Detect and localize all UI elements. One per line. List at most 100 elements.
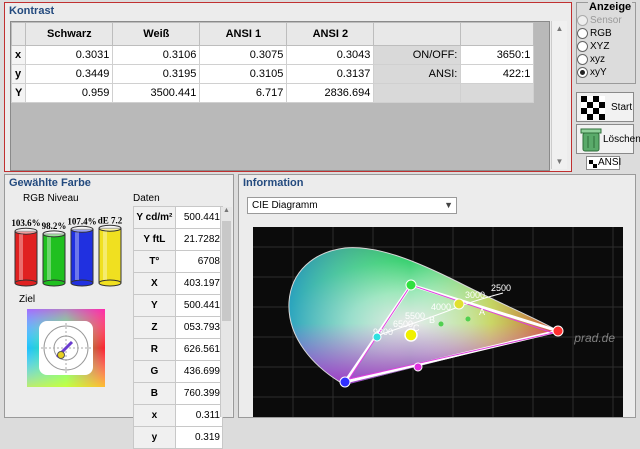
anzeige-panel: Anzeige Sensor RGB XYZ xyz xyY Start Lös…	[574, 1, 640, 172]
daten-label-cell: x	[133, 404, 176, 427]
level-bar-label: 98.2%	[42, 221, 67, 231]
row-header: Y	[11, 83, 27, 103]
red-primary-point	[552, 325, 564, 337]
column-header[interactable]: ANSI 2	[286, 22, 375, 46]
table-cell[interactable]: 0.3195	[112, 64, 201, 84]
daten-label-cell: B	[133, 382, 176, 405]
table-cell[interactable]: 6.717	[199, 83, 288, 103]
table-cell[interactable]: 0.959	[25, 83, 114, 103]
daten-row: Y ftL 21.7282	[133, 228, 224, 251]
daten-value-cell: 053.793	[174, 316, 224, 339]
table-row: y 0.3449 0.3195 0.3105 0.3137 ANSI: 422:…	[11, 64, 535, 84]
column-header-empty	[373, 22, 462, 46]
column-header[interactable]: Weiß	[112, 22, 201, 46]
table-cell[interactable]: 3500.441	[112, 83, 201, 103]
scroll-thumb[interactable]	[222, 221, 231, 321]
trash-icon	[580, 128, 602, 152]
daten-scrollbar[interactable]: ▲	[220, 207, 232, 417]
corner-cell	[11, 22, 27, 46]
table-cell[interactable]: 0.3105	[199, 64, 288, 84]
radio-button[interactable]	[577, 41, 588, 52]
daten-value-cell: 6708	[174, 250, 224, 273]
radio-rgb[interactable]: RGB	[577, 28, 612, 40]
daten-value-cell: 760.399	[174, 382, 224, 405]
level-bar-label: 103.6%	[11, 218, 40, 228]
loeschen-button[interactable]: Löschen	[576, 124, 640, 154]
radio-label: RGB	[590, 28, 612, 40]
radio-xyz-upper[interactable]: XYZ	[577, 41, 609, 53]
level-bar: dE 7.2	[98, 215, 123, 287]
diagram-select[interactable]: CIE Diagramm ▼	[247, 197, 457, 214]
daten-label-cell: R	[133, 338, 176, 361]
level-bar: 107.4%	[67, 216, 97, 287]
ansi-pattern-icon	[589, 160, 597, 168]
loeschen-label: Löschen	[603, 134, 640, 145]
daten-row: G 436.699	[133, 360, 224, 383]
gewaehlte-farbe-panel: Gewählte Farbe RGB Niveau Daten 103.6% 98…	[4, 174, 234, 449]
table-cell[interactable]: 0.3137	[286, 64, 375, 84]
daten-value-cell: 500.441	[174, 294, 224, 317]
scroll-up-icon[interactable]: ▲	[552, 21, 567, 36]
start-button[interactable]: Start	[576, 92, 634, 122]
table-cell[interactable]: 0.3075	[199, 45, 288, 65]
table-cell: ANSI:	[373, 64, 462, 84]
column-header[interactable]: Schwarz	[25, 22, 114, 46]
information-panel: Information CIE Diagramm ▼ 2500 3000 400…	[238, 174, 636, 418]
chevron-down-icon: ▼	[444, 200, 453, 210]
daten-row: X 403.197	[133, 272, 224, 295]
cct-label: 4000	[431, 302, 451, 312]
radio-button-selected[interactable]	[577, 67, 588, 78]
table-cell[interactable]: 0.3449	[25, 64, 114, 84]
information-title: Information	[243, 177, 304, 189]
radio-xyy[interactable]: xyY	[577, 67, 607, 79]
radio-xyz-lower[interactable]: xyz	[577, 54, 605, 66]
radio-label: xyz	[590, 54, 605, 66]
scroll-down-icon[interactable]: ▼	[552, 154, 567, 169]
anzeige-title: Anzeige	[588, 1, 633, 13]
scroll-up-icon[interactable]: ▲	[222, 207, 231, 219]
kontrast-title: Kontrast	[9, 5, 55, 17]
daten-value-cell: 403.197	[174, 272, 224, 295]
ansi-button[interactable]: ANSI	[586, 156, 622, 170]
table-cell[interactable]: 422:1	[460, 64, 535, 84]
kontrast-panel: Kontrast Schwarz Weiß ANSI 1 ANSI 2 x 0.…	[4, 2, 572, 172]
level-bar: 98.2%	[42, 221, 67, 287]
cct-label: 3000	[465, 290, 485, 300]
daten-value-cell: 436.699	[174, 360, 224, 383]
radio-label: Sensor	[590, 15, 622, 27]
daten-label-cell: Y	[133, 294, 176, 317]
watermark: prad.de	[574, 331, 615, 345]
daten-row: x 0.311	[133, 404, 224, 427]
ansi-label: ANSI	[598, 157, 622, 168]
kontrast-header-row: Schwarz Weiß ANSI 1 ANSI 2	[11, 22, 535, 46]
table-cell[interactable]: 0.3031	[25, 45, 114, 65]
blue-primary-point	[339, 376, 351, 388]
magenta-secondary-point	[413, 362, 423, 372]
reference-point	[465, 316, 471, 322]
daten-table: Y cd/m² 500.441 Y ftL 21.7282 T° 6708 X 403.197…	[133, 206, 224, 449]
radio-button[interactable]	[577, 28, 588, 39]
daten-value-cell: 626.561	[174, 338, 224, 361]
point-label-a: A	[479, 307, 485, 317]
table-cell[interactable]: 0.3106	[112, 45, 201, 65]
point-label-b: B	[429, 315, 435, 325]
level-bar: 103.6%	[11, 218, 41, 287]
cie-diagram-canvas: 2500 3000 4000 5500 6500 9300 A B C	[253, 227, 623, 417]
table-cell[interactable]: 2836.694	[286, 83, 375, 103]
cct-label: 2500	[491, 283, 511, 293]
radio-button[interactable]	[577, 54, 588, 65]
white-point-measured	[404, 328, 418, 342]
level-bar-label: 107.4%	[67, 216, 96, 226]
table-cell[interactable]: 0.3043	[286, 45, 375, 65]
kontrast-table: Schwarz Weiß ANSI 1 ANSI 2 x 0.3031 0.31…	[10, 21, 550, 171]
daten-row: Y cd/m² 500.441	[133, 206, 224, 229]
column-header[interactable]: ANSI 1	[199, 22, 288, 46]
daten-row: Z 053.793	[133, 316, 224, 339]
table-cell[interactable]: 3650:1	[460, 45, 535, 65]
table-cell	[373, 83, 462, 103]
kontrast-scrollbar[interactable]: ▲ ▼	[551, 21, 567, 169]
daten-label-cell: T°	[133, 250, 176, 273]
table-row: x 0.3031 0.3106 0.3075 0.3043 ON/OFF: 36…	[11, 45, 535, 65]
checkered-flag-icon	[581, 96, 605, 120]
radio-label: xyY	[590, 67, 607, 79]
